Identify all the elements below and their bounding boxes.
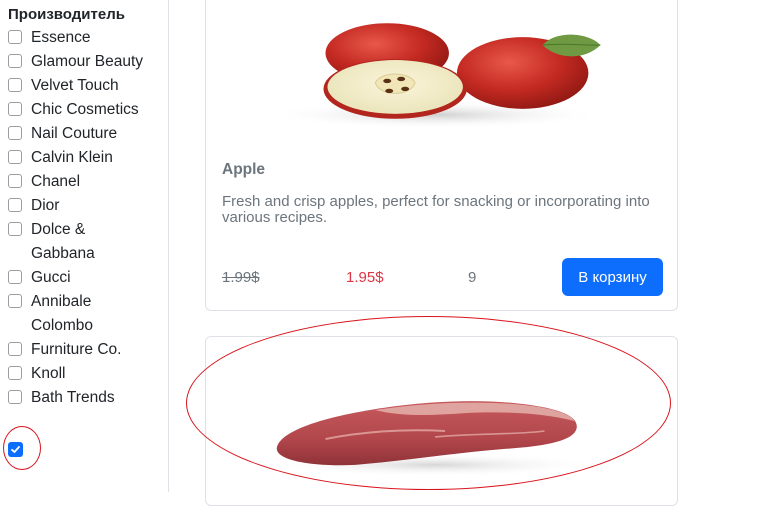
product-description: Fresh and crisp apples, perfect for snac…: [222, 193, 650, 226]
filter-label: Calvin Klein: [31, 149, 113, 166]
manufacturer-list: Essence Glamour Beauty Velvet Touch Chic…: [0, 26, 168, 410]
filter-item-dior[interactable]: Dior: [0, 194, 168, 218]
filter-item-chanel[interactable]: Chanel: [0, 170, 168, 194]
checkbox[interactable]: [8, 342, 22, 356]
checkbox[interactable]: [8, 30, 22, 44]
checkbox[interactable]: [8, 198, 22, 212]
apple-image: [265, 23, 605, 129]
filter-item-bath-trends[interactable]: Bath Trends: [0, 386, 168, 410]
filter-label: Annibale Colombo: [31, 293, 94, 334]
filter-item-gucci[interactable]: Gucci: [0, 266, 168, 290]
filter-item-knoll[interactable]: Knoll: [0, 362, 168, 386]
checkbox[interactable]: [8, 174, 22, 188]
filter-label: Chanel: [31, 173, 81, 190]
checkbox[interactable]: [8, 126, 22, 140]
filter-item-dolce-gabbana[interactable]: Dolce & Gabbana: [0, 218, 168, 266]
sale-price: 1.95$: [346, 269, 384, 286]
manufacturer-filter-sidebar: Производитель Essence Glamour Beauty Vel…: [0, 0, 169, 492]
filter-label: Furniture Co.: [31, 341, 122, 358]
add-to-cart-button[interactable]: В корзину: [562, 258, 663, 296]
filter-label: Glamour Beauty: [31, 53, 143, 70]
product-name: Apple: [222, 161, 266, 178]
filter-label: Chic Cosmetics: [31, 101, 139, 118]
filter-label: Knoll: [31, 365, 66, 382]
filter-item-glamour-beauty[interactable]: Glamour Beauty: [0, 50, 168, 74]
filter-label: Nail Couture: [31, 125, 118, 142]
filter-item-velvet-touch[interactable]: Velvet Touch: [0, 74, 168, 98]
checkbox[interactable]: [8, 102, 22, 116]
checkbox[interactable]: [8, 366, 22, 380]
stock-quantity: 9: [468, 269, 477, 286]
checkbox[interactable]: [8, 270, 22, 284]
checkbox[interactable]: [8, 150, 22, 164]
checkbox[interactable]: [8, 294, 22, 308]
filter-label: Bath Trends: [31, 389, 115, 406]
filter-label: Gucci: [31, 269, 71, 286]
old-price: 1.99$: [222, 269, 260, 286]
annotation-circle-product: [186, 316, 671, 490]
filter-item-essence[interactable]: Essence: [0, 26, 168, 50]
filter-label: Velvet Touch: [31, 77, 119, 94]
annotation-circle-checkbox: [3, 426, 41, 470]
product-card-apple: Apple Fresh and crisp apples, perfect fo…: [205, 0, 678, 311]
checkbox[interactable]: [8, 390, 22, 404]
checkbox[interactable]: [8, 54, 22, 68]
filter-item-nail-couture[interactable]: Nail Couture: [0, 122, 168, 146]
filter-label: Essence: [31, 29, 91, 46]
filter-label: Dior: [31, 197, 60, 214]
checkbox[interactable]: [8, 222, 22, 236]
filter-item-furniture-co[interactable]: Furniture Co.: [0, 338, 168, 362]
filter-item-annibale-colombo[interactable]: Annibale Colombo: [0, 290, 168, 338]
filter-item-chic-cosmetics[interactable]: Chic Cosmetics: [0, 98, 168, 122]
checkbox[interactable]: [8, 78, 22, 92]
filter-label: Dolce & Gabbana: [31, 221, 95, 262]
manufacturer-filter-title: Производитель: [8, 6, 125, 23]
filter-item-calvin-klein[interactable]: Calvin Klein: [0, 146, 168, 170]
